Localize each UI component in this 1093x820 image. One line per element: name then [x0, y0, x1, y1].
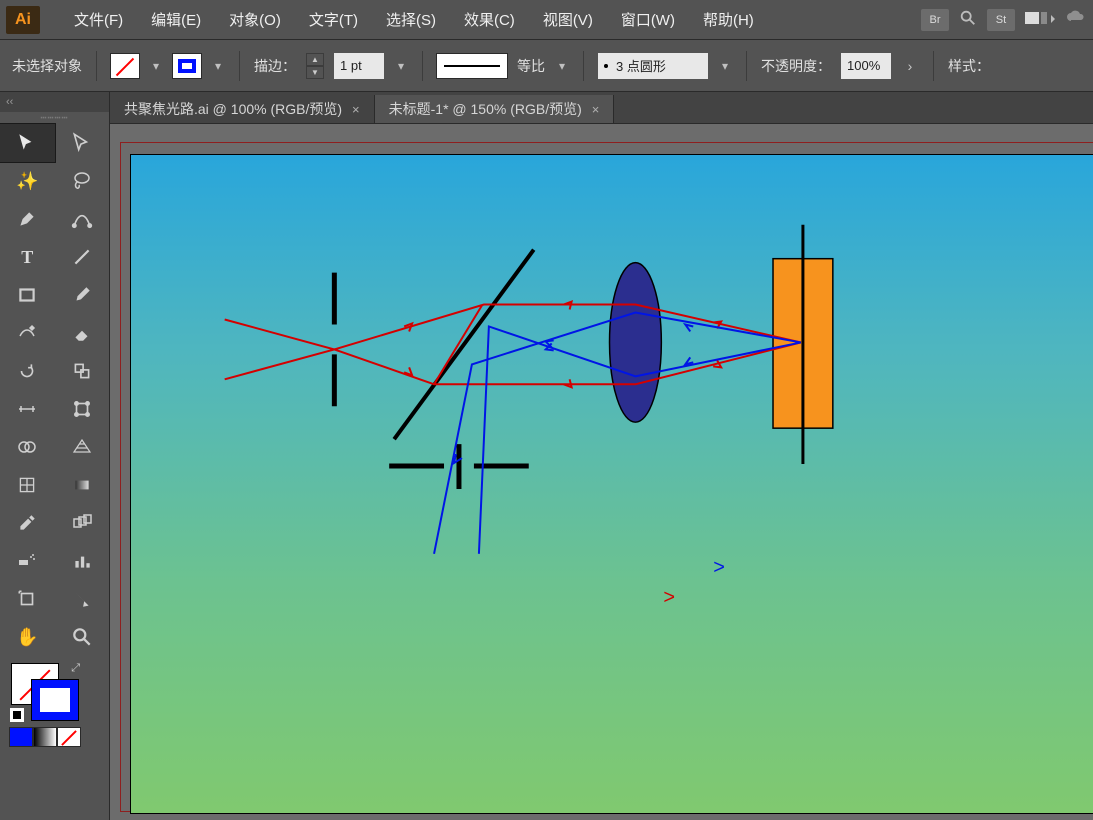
app-logo: Ai: [6, 6, 40, 34]
artboard-tool[interactable]: [0, 580, 55, 618]
divider: [583, 51, 584, 81]
workspace-switcher-icon[interactable]: [1025, 10, 1055, 29]
color-mode-solid[interactable]: [10, 728, 32, 746]
canvas[interactable]: > >: [110, 124, 1093, 820]
divider: [422, 51, 423, 81]
pencil-tool[interactable]: [0, 314, 55, 352]
stock-button[interactable]: St: [987, 9, 1015, 31]
paintbrush-tool[interactable]: [55, 276, 110, 314]
menu-text[interactable]: 文字(T): [297, 5, 370, 34]
tab-label: 共聚焦光路.ai @ 100% (RGB/预览): [124, 99, 342, 119]
free-transform-tool[interactable]: [55, 390, 110, 428]
menu-edit[interactable]: 编辑(E): [139, 5, 213, 34]
close-icon[interactable]: ×: [352, 102, 360, 117]
type-tool[interactable]: T: [0, 238, 55, 276]
tab-label: 未标题-1* @ 150% (RGB/预览): [389, 99, 582, 119]
style-label: 样式：: [948, 56, 990, 76]
width-tool[interactable]: [0, 390, 55, 428]
stroke-profile-dropdown[interactable]: ▾: [555, 54, 569, 78]
cloud-sync-icon[interactable]: [1065, 9, 1087, 30]
fill-stroke-indicator[interactable]: ⤢: [10, 662, 80, 722]
mesh-tool[interactable]: [0, 466, 55, 504]
column-graph-tool[interactable]: [55, 542, 110, 580]
workspace: ‹‹ ┅┅┅┅ ✨ T: [0, 92, 1093, 820]
stroke-profile-preview[interactable]: [437, 54, 507, 78]
pen-tool[interactable]: [0, 200, 55, 238]
stroke-profile-label: 等比: [517, 56, 545, 76]
divider: [933, 51, 934, 81]
menu-help[interactable]: 帮助(H): [691, 5, 766, 34]
bridge-button[interactable]: Br: [921, 9, 949, 31]
shape-builder-tool[interactable]: [0, 428, 55, 466]
stroke-weight-label: 描边：: [254, 56, 296, 76]
opacity-label: 不透明度：: [761, 56, 831, 76]
artwork: > >: [131, 155, 1093, 813]
color-mode-gradient[interactable]: [34, 728, 56, 746]
brush-preset-dropdown[interactable]: ▾: [718, 54, 732, 78]
rectangle-tool[interactable]: [0, 276, 55, 314]
blend-tool[interactable]: [55, 504, 110, 542]
lens: [610, 263, 662, 423]
curvature-tool[interactable]: [55, 200, 110, 238]
tab-doc-2[interactable]: 未标题-1* @ 150% (RGB/预览) ×: [375, 95, 615, 123]
stroke-dropdown[interactable]: ▾: [211, 54, 225, 78]
swap-fill-stroke-icon[interactable]: ⤢: [71, 662, 80, 675]
scale-tool[interactable]: [55, 352, 110, 390]
menubar: Ai 文件(F) 编辑(E) 对象(O) 文字(T) 选择(S) 效果(C) 视…: [0, 0, 1093, 40]
stroke-weight-field[interactable]: 1 pt: [334, 53, 384, 79]
opacity-more-icon[interactable]: ›: [901, 58, 919, 74]
hand-tool[interactable]: ✋: [0, 618, 55, 656]
perspective-grid-tool[interactable]: [55, 428, 110, 466]
tab-doc-1[interactable]: 共聚焦光路.ai @ 100% (RGB/预览) ×: [110, 95, 375, 123]
menu-effect[interactable]: 效果(C): [452, 5, 527, 34]
line-segment-tool[interactable]: [55, 238, 110, 276]
document-area: 共聚焦光路.ai @ 100% (RGB/预览) × 未标题-1* @ 150%…: [110, 92, 1093, 820]
divider: [746, 51, 747, 81]
stray-blue-arrow: >: [713, 557, 725, 579]
red-rays: [225, 302, 801, 388]
menu-window[interactable]: 窗口(W): [609, 5, 687, 34]
menu-object[interactable]: 对象(O): [217, 5, 293, 34]
color-mode-row: [10, 728, 99, 746]
opacity-field[interactable]: 100%: [841, 53, 891, 79]
divider: [239, 51, 240, 81]
menu-file[interactable]: 文件(F): [62, 5, 135, 34]
eyedropper-tool[interactable]: [0, 504, 55, 542]
default-fill-stroke-icon[interactable]: [10, 708, 24, 722]
brush-dot-icon: [604, 64, 608, 68]
lasso-tool[interactable]: [55, 162, 110, 200]
brush-preset-field[interactable]: 3 点圆形: [598, 53, 708, 79]
stray-red-arrow: >: [663, 587, 675, 609]
stroke-weight-dropdown[interactable]: ▾: [394, 54, 408, 78]
zoom-tool[interactable]: [55, 618, 110, 656]
eraser-tool[interactable]: [55, 314, 110, 352]
tools-collapse-button[interactable]: ‹‹: [0, 92, 109, 112]
color-mode-none[interactable]: [58, 728, 80, 746]
slice-tool[interactable]: [55, 580, 110, 618]
stroke-indicator[interactable]: [32, 680, 78, 720]
tools-panel: ‹‹ ┅┅┅┅ ✨ T: [0, 92, 110, 820]
fill-swatch[interactable]: [111, 54, 139, 78]
selection-status: 未选择对象: [12, 56, 82, 76]
direct-selection-tool[interactable]: [55, 124, 110, 162]
control-bar: 未选择对象 ▾ ▾ 描边： ▲▼ 1 pt ▾ 等比 ▾ 3 点圆形 ▾ 不透明…: [0, 40, 1093, 92]
beam-splitter: [394, 250, 534, 439]
magic-wand-tool[interactable]: ✨: [0, 162, 55, 200]
menu-select[interactable]: 选择(S): [374, 5, 448, 34]
fill-dropdown[interactable]: ▾: [149, 54, 163, 78]
tools-grip[interactable]: ┅┅┅┅: [0, 112, 109, 124]
selection-tool[interactable]: [0, 124, 55, 162]
search-icon[interactable]: [959, 9, 977, 30]
stroke-weight-stepper[interactable]: ▲▼: [306, 53, 324, 79]
stroke-swatch[interactable]: [173, 54, 201, 78]
symbol-sprayer-tool[interactable]: [0, 542, 55, 580]
document-tabs: 共聚焦光路.ai @ 100% (RGB/预览) × 未标题-1* @ 150%…: [110, 92, 1093, 124]
brush-preset-label: 3 点圆形: [616, 56, 666, 75]
rotate-tool[interactable]: [0, 352, 55, 390]
menu-view[interactable]: 视图(V): [531, 5, 605, 34]
divider: [96, 51, 97, 81]
artboard[interactable]: > >: [130, 154, 1093, 814]
gradient-tool[interactable]: [55, 466, 110, 504]
close-icon[interactable]: ×: [592, 102, 600, 117]
